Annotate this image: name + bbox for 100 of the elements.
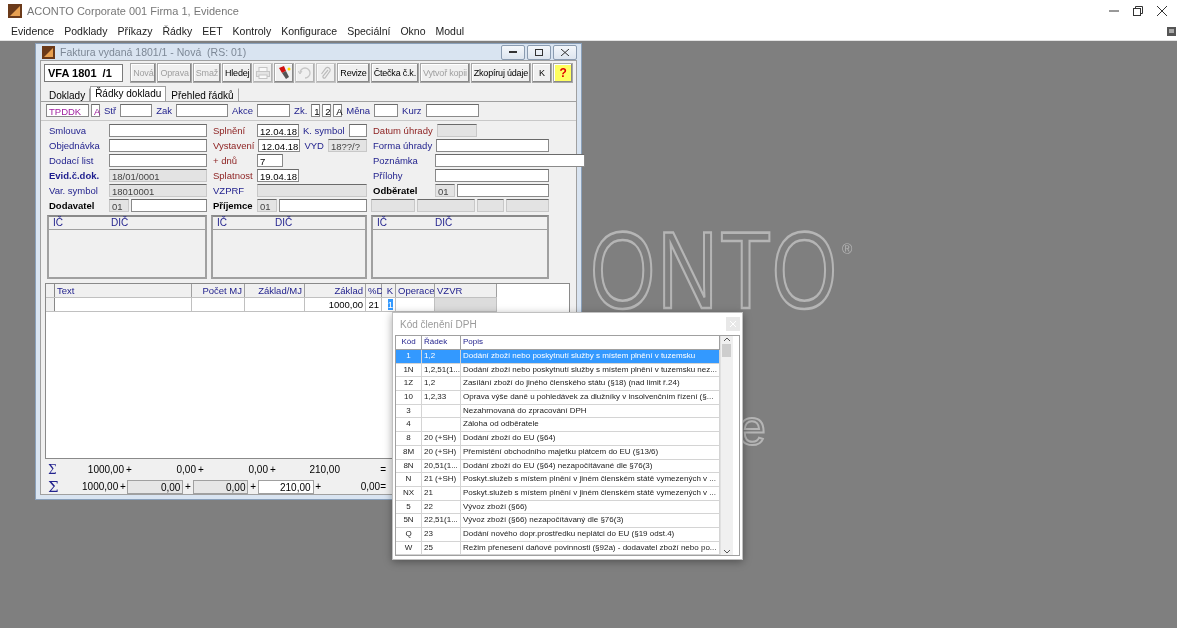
field-label: Zk. <box>293 105 309 116</box>
input-field[interactable] <box>131 198 207 212</box>
scroll-up-icon[interactable] <box>722 336 731 344</box>
input-field[interactable]: A <box>91 104 100 117</box>
list-row[interactable]: 5N 22,51(1... Vývoz zboží (§66) nezapočítávaný dle §76(3) <box>396 514 720 528</box>
total-value: 1000,00 <box>81 481 119 492</box>
operator: = <box>380 481 386 492</box>
toolbar-button[interactable] <box>274 63 295 83</box>
input-field[interactable]: 2 <box>322 104 332 117</box>
popup-title: Kód členění DPH <box>400 318 477 330</box>
input-field[interactable] <box>374 104 399 117</box>
input-field[interactable] <box>425 104 479 117</box>
menu-item[interactable]: Příkazy <box>112 25 158 37</box>
total-field[interactable]: 0,00 <box>192 479 249 494</box>
toolbar-button[interactable]: Zkopíruj údaje <box>470 63 531 83</box>
input-field[interactable]: 7 <box>257 153 283 167</box>
menu-item[interactable]: Evidence <box>6 25 60 37</box>
input-field[interactable] <box>257 183 367 197</box>
input-field[interactable] <box>435 153 585 167</box>
list-row[interactable]: 1Z 1,2 Zasílání zboží do jiného členského státu (§18) (nad limit ř.24) <box>396 377 720 392</box>
operator: + <box>184 481 192 492</box>
operator: = <box>380 464 386 475</box>
operator: + <box>249 481 257 492</box>
tab[interactable]: Řádky dokladu <box>90 86 167 101</box>
close-icon[interactable] <box>1157 6 1167 16</box>
maximize-icon <box>535 48 543 56</box>
input-field[interactable] <box>109 153 207 167</box>
input-field[interactable]: 18??/? <box>327 138 367 152</box>
field-label: VYD <box>303 139 325 151</box>
sigma-symbol: Σ <box>48 477 60 496</box>
input-field[interactable] <box>435 168 549 182</box>
registered-mark: ® <box>842 241 853 257</box>
document-number-field[interactable]: VFA 1801 /1 <box>44 64 124 82</box>
input-field[interactable] <box>477 198 504 212</box>
total-field[interactable]: 0,00 <box>127 479 184 494</box>
input-field[interactable] <box>348 123 367 137</box>
table-cell[interactable] <box>435 298 497 311</box>
operator: + <box>314 481 323 492</box>
menu-item[interactable]: Konfigurace <box>276 25 343 37</box>
input-field[interactable]: 01 <box>435 183 455 197</box>
list-row[interactable]: N 21 (+SH) Poskyt.služeb s místem plnění v jiném členském státě vymezených v ... <box>396 473 720 487</box>
column-header: Základ/MJ <box>245 284 305 297</box>
field-label: Smlouva <box>48 124 87 136</box>
input-field[interactable]: 01 <box>109 198 129 212</box>
menu-item[interactable]: Okno <box>395 25 431 37</box>
table-cell[interactable]: 21 <box>366 298 382 311</box>
close-button[interactable] <box>553 44 577 60</box>
input-field[interactable]: 12.04.18 <box>258 138 301 152</box>
menu-item[interactable]: Řádky <box>157 25 198 37</box>
maximize-button[interactable] <box>527 44 551 60</box>
window-icon <box>42 45 55 59</box>
scroll-thumb[interactable] <box>722 344 732 357</box>
menu-item[interactable]: Speciální <box>342 25 396 37</box>
input-field[interactable] <box>109 138 207 152</box>
menu-item[interactable]: Kontroly <box>227 25 277 37</box>
list-row[interactable]: 4 Záloha od odběratele <box>396 418 720 433</box>
column-header: Řádek <box>422 336 461 349</box>
list-row[interactable]: 10 1,2,33 Oprava výše daně u pohledávek za dlužníky v insolvenčním řízení (§... <box>396 391 720 405</box>
input-field[interactable] <box>109 123 207 137</box>
minimize-button[interactable] <box>501 44 525 60</box>
scroll-down-icon[interactable] <box>722 547 731 556</box>
toolbar-button[interactable]: Čtečka č.k. <box>370 63 419 83</box>
input-field[interactable] <box>371 198 415 212</box>
toolbar-button[interactable]: Revize <box>337 63 370 83</box>
input-field[interactable] <box>457 183 549 197</box>
field-label: Přílohy <box>372 169 404 181</box>
menu-item[interactable]: Podklady <box>59 25 113 37</box>
input-field[interactable] <box>176 104 228 117</box>
input-field[interactable]: 01 <box>257 198 277 212</box>
input-field[interactable]: TPDDK <box>46 104 89 117</box>
total-field[interactable]: 210,00 <box>257 479 314 494</box>
input-field[interactable] <box>257 104 291 117</box>
input-field[interactable] <box>436 138 549 152</box>
input-field[interactable]: 1 <box>311 104 321 117</box>
column-header: DIČ <box>274 217 294 229</box>
toolbar-button[interactable]: K <box>532 63 552 83</box>
input-field[interactable] <box>436 123 477 137</box>
menu-options-icon[interactable] <box>1167 26 1176 36</box>
input-field[interactable]: 18/01/0001 <box>109 168 207 182</box>
input-field[interactable] <box>120 104 153 117</box>
input-field[interactable]: A <box>333 104 343 117</box>
input-field[interactable]: 18010001 <box>109 183 207 197</box>
row-selector[interactable] <box>46 298 55 311</box>
close-icon <box>561 48 569 56</box>
input-field[interactable]: 12.04.18 <box>257 123 299 137</box>
input-field[interactable] <box>279 198 367 212</box>
flashlight-icon <box>277 66 291 80</box>
menu-item[interactable]: Modul <box>430 25 470 37</box>
toolbar-button[interactable]: Hledej <box>222 63 253 83</box>
input-field[interactable] <box>506 198 549 212</box>
input-field[interactable] <box>417 198 475 212</box>
help-button[interactable]: ? <box>553 63 573 83</box>
input-field[interactable]: 19.04.18 <box>257 168 299 182</box>
total-value: 0,00 <box>359 481 381 492</box>
menu-item[interactable]: EET <box>197 25 228 37</box>
restore-icon[interactable] <box>1133 6 1143 16</box>
column-header: Text <box>55 284 192 297</box>
field-label: Forma úhrady <box>372 139 434 151</box>
column-header: Základ <box>305 284 366 297</box>
list-row[interactable]: 8 20 (+SH) Dodání zboží do EU (§64) <box>396 432 720 446</box>
